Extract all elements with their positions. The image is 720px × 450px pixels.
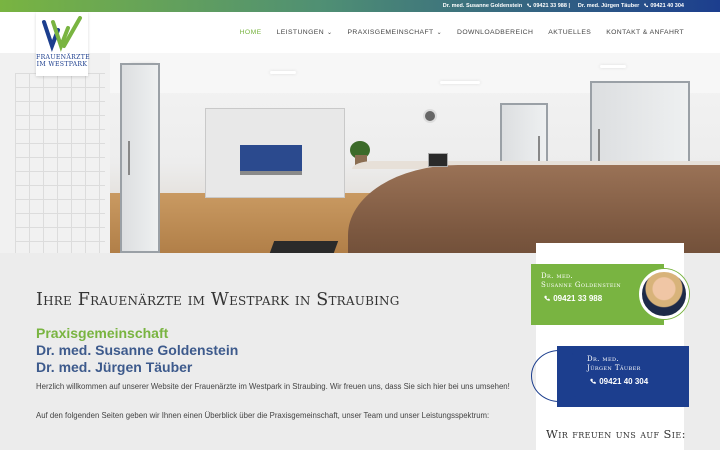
doctor-phone-number: 09421 40 304: [599, 377, 649, 386]
w-logo-icon: [42, 16, 82, 52]
subtitle-goldenstein: Dr. med. Susanne Goldenstein: [36, 342, 239, 358]
nav-kontakt[interactable]: KONTAKT & ANFAHRT: [606, 29, 684, 36]
phone-icon: [544, 295, 550, 301]
hero-bench-base: [240, 171, 302, 175]
nav-download-label: DOWNLOADBEREICH: [457, 29, 534, 36]
logo-text-line1: FRAUENÄRZTE: [36, 54, 90, 61]
hero-monitor: [428, 153, 448, 167]
top-contact-bar: Dr. med. Susanne Goldenstein 09421 33 98…: [0, 0, 720, 12]
contact-name: Dr. med. Susanne Goldenstein: [442, 3, 523, 9]
contact-taeuber[interactable]: Dr. med. Jürgen Täuber 09421 40 304: [578, 3, 684, 9]
doctor-name: Jürgen Täuber: [587, 364, 641, 372]
chevron-down-icon: ⌄: [327, 30, 333, 36]
phone-icon: [643, 3, 648, 8]
hero-floor-mat: [269, 241, 339, 253]
logo-text-line2: IM WESTPARK: [36, 61, 88, 68]
site-header: FRAUENÄRZTE IM WESTPARK HOME LEISTUNGEN ⌄…: [0, 12, 720, 76]
nav-leistungen[interactable]: LEISTUNGEN ⌄: [277, 29, 333, 36]
hero-grid-wall: [15, 73, 105, 253]
chevron-down-icon: ⌄: [436, 30, 443, 36]
contact-phone[interactable]: 09421 40 304: [650, 3, 684, 9]
decorative-ring: [531, 350, 587, 402]
nav-praxis-label: PRAXISGEMEINSCHAFT: [347, 29, 434, 36]
doctor-title: Dr. med.: [541, 272, 574, 280]
ceiling-light: [440, 81, 480, 84]
overview-paragraph: Auf den folgenden Seiten geben wir Ihnen…: [36, 411, 490, 420]
hero-bench: [240, 145, 302, 171]
reception-counter: [348, 165, 720, 253]
nav-aktuelles-label: AKTUELLES: [548, 29, 592, 36]
page-title: Ihre Frauenärzte im Westpark in Straubin…: [36, 290, 400, 310]
nav-home-label: HOME: [239, 29, 262, 36]
doctor-phone[interactable]: 09421 40 304: [587, 377, 659, 386]
ceiling-light: [600, 65, 626, 68]
ceiling-light: [270, 71, 296, 74]
intro-paragraph: Herzlich willkommen auf unserer Website …: [36, 382, 510, 391]
nav-kontakt-label: KONTAKT & ANFAHRT: [606, 29, 684, 36]
nav-downloadbereich[interactable]: DOWNLOADBEREICH: [457, 29, 533, 36]
main-nav: HOME LEISTUNGEN ⌄ PRAXISGEMEINSCHAFT ⌄ DOW…: [240, 29, 684, 36]
glass-door: [120, 63, 160, 253]
contact-phone[interactable]: 09421 33 988: [533, 3, 567, 9]
nav-home[interactable]: HOME: [240, 29, 262, 36]
nav-aktuelles[interactable]: AKTUELLES: [548, 29, 591, 36]
contact-goldenstein[interactable]: Dr. med. Susanne Goldenstein 09421 33 98…: [443, 3, 570, 9]
doctor-phone[interactable]: 09421 33 988: [541, 294, 654, 303]
contact-name: Dr. med. Jürgen Täuber: [577, 3, 640, 9]
subtitle-taeuber: Dr. med. Jürgen Täuber: [36, 359, 193, 375]
doctor-name: Susanne Goldenstein: [541, 281, 622, 289]
avatar-goldenstein: [639, 269, 689, 319]
nav-leistungen-label: LEISTUNGEN: [276, 29, 325, 36]
nav-praxisgemeinschaft[interactable]: PRAXISGEMEINSCHAFT ⌄: [347, 29, 442, 36]
separator: |: [568, 3, 570, 9]
wall-clock: [423, 109, 437, 123]
phone-icon: [590, 378, 596, 384]
subtitle-praxis: Praxisgemeinschaft: [36, 325, 169, 341]
welcome-heading: Wir freuen uns auf Sie:: [546, 427, 686, 441]
phone-icon: [526, 3, 531, 8]
doctor-phone-number: 09421 33 988: [553, 294, 603, 303]
site-logo[interactable]: FRAUENÄRZTE IM WESTPARK: [36, 12, 90, 76]
doctor-title: Dr. med.: [587, 355, 620, 363]
hero-image-slider: [0, 53, 720, 253]
